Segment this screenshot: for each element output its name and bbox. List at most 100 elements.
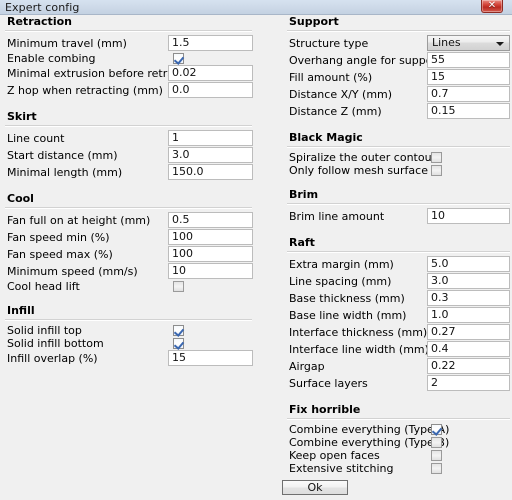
input-minimum-travel-mm[interactable]: 1.5	[168, 35, 253, 51]
input-fan-speed-min[interactable]: 100	[168, 229, 253, 245]
setting-label: Structure type	[289, 37, 369, 50]
setting-row-z-hop-when-retracting-mm: Z hop when retracting (mm) 0.0	[5, 82, 253, 99]
setting-row-extensive-stitching: Extensive stitching	[287, 462, 511, 475]
input-start-distance-mm[interactable]: 3.0	[168, 147, 253, 163]
section-title: Retraction	[7, 15, 72, 28]
setting-row-keep-open-faces: Keep open faces	[287, 449, 511, 462]
dialog-footer: Ok	[0, 478, 512, 500]
settings-column-left: Retraction Minimum travel (mm) 1.5 Enable c…	[5, 15, 253, 378]
setting-row-minimal-length-mm: Minimal length (mm) 150.0	[5, 164, 253, 181]
section-divider	[287, 203, 510, 205]
section-support: Support Structure type Lines Overhang angle…	[287, 15, 511, 131]
setting-row-interface-line-width-mm: Interface line width (mm) 0.4	[287, 341, 511, 358]
section-divider	[5, 319, 252, 321]
setting-row-distance-z-mm: Distance Z (mm) 0.15	[287, 103, 511, 120]
setting-row-minimum-speed-mm-s: Minimum speed (mm/s) 10	[5, 263, 253, 280]
input-fan-speed-max[interactable]: 100	[168, 246, 253, 262]
section-title: Infill	[7, 304, 35, 317]
chevron-down-icon	[496, 42, 504, 46]
setting-row-fan-full-on-at-height-mm: Fan full on at height (mm) 0.5	[5, 212, 253, 229]
input-base-line-width-mm[interactable]: 1.0	[427, 307, 510, 323]
input-interface-thickness-mm[interactable]: 0.27	[427, 324, 510, 340]
setting-label: Solid infill bottom	[7, 337, 104, 350]
section-infill: Infill Solid infill top Solid infill botto…	[5, 304, 253, 378]
input-surface-layers[interactable]: 2	[427, 375, 510, 391]
checkbox-solid-infill-top[interactable]	[173, 325, 184, 336]
section-divider	[287, 30, 510, 32]
section-divider	[287, 146, 510, 148]
input-line-spacing-mm[interactable]: 3.0	[427, 273, 510, 289]
ok-button[interactable]: Ok	[282, 480, 348, 495]
input-base-thickness-mm[interactable]: 0.3	[427, 290, 510, 306]
checkbox-solid-infill-bottom[interactable]	[173, 338, 184, 349]
input-fan-full-on-at-height-mm[interactable]: 0.5	[168, 212, 253, 228]
section-skirt: Skirt Line count 1 Start distance (mm) 3.0 Mi…	[5, 110, 253, 192]
close-icon[interactable]: ✕	[481, 0, 503, 13]
input-airgap[interactable]: 0.22	[427, 358, 510, 374]
setting-label: Fan full on at height (mm)	[7, 214, 151, 227]
checkbox-cool-head-lift[interactable]	[173, 281, 184, 292]
checkbox-extensive-stitching[interactable]	[431, 463, 442, 474]
input-brim-line-amount[interactable]: 10	[427, 208, 510, 224]
setting-label: Fill amount (%)	[289, 71, 373, 84]
input-overhang-angle-for-support-deg[interactable]: 55	[427, 52, 510, 68]
input-minimal-length-mm[interactable]: 150.0	[168, 164, 253, 180]
setting-label: Spiralize the outer contour	[289, 151, 437, 164]
checkbox-keep-open-faces[interactable]	[431, 450, 442, 461]
window-title: Expert config	[5, 1, 80, 14]
setting-label: Combine everything (Type-A)	[289, 423, 450, 436]
section-cool: Cool Fan full on at height (mm) 0.5 Fan spe…	[5, 192, 253, 304]
setting-label: Combine everything (Type-B)	[289, 436, 450, 449]
section-title: Brim	[289, 188, 319, 201]
setting-row-spiralize-the-outer-contour: Spiralize the outer contour	[287, 151, 511, 164]
window-titlebar[interactable]: Expert config ✕	[0, 0, 512, 15]
input-extra-margin-mm[interactable]: 5.0	[427, 256, 510, 272]
section-retraction: Retraction Minimum travel (mm) 1.5 Enable c…	[5, 15, 253, 110]
input-minimal-extrusion-before-retracting-mm[interactable]: 0.02	[168, 65, 253, 81]
dropdown-structure-type[interactable]: Lines	[427, 35, 510, 51]
section-title: Skirt	[7, 110, 37, 123]
setting-label: Surface layers	[289, 377, 368, 390]
checkbox-only-follow-mesh-surface[interactable]	[431, 165, 442, 176]
checkbox-combine-everything-type-a[interactable]	[431, 424, 442, 435]
setting-row-extra-margin-mm: Extra margin (mm) 5.0	[287, 256, 511, 273]
setting-row-line-count: Line count 1	[5, 130, 253, 147]
input-interface-line-width-mm[interactable]: 0.4	[427, 341, 510, 357]
section-title: Support	[289, 15, 339, 28]
setting-label: Minimum travel (mm)	[7, 37, 127, 50]
setting-row-only-follow-mesh-surface: Only follow mesh surface	[287, 164, 511, 177]
checkbox-combine-everything-type-b[interactable]	[431, 437, 442, 448]
section-title: Black Magic	[289, 131, 363, 144]
input-line-count[interactable]: 1	[168, 130, 253, 146]
section-raft: Raft Extra margin (mm) 5.0 Line spacing (mm…	[287, 236, 511, 403]
setting-label: Only follow mesh surface	[289, 164, 428, 177]
checkbox-enable-combing[interactable]	[173, 53, 184, 64]
checkbox-spiralize-the-outer-contour[interactable]	[431, 152, 442, 163]
section-fix-horrible: Fix horrible Combine everything (Type-A) C…	[287, 403, 511, 486]
setting-label: Minimum speed (mm/s)	[7, 265, 138, 278]
input-infill-overlap[interactable]: 15	[168, 350, 253, 366]
setting-label: Distance Z (mm)	[289, 105, 382, 118]
input-distance-x-y-mm[interactable]: 0.7	[427, 86, 510, 102]
close-icon-glyph: ✕	[487, 0, 497, 11]
input-distance-z-mm[interactable]: 0.15	[427, 103, 510, 119]
input-z-hop-when-retracting-mm[interactable]: 0.0	[168, 82, 253, 98]
section-title: Raft	[289, 236, 315, 249]
section-divider	[287, 251, 510, 253]
setting-row-cool-head-lift: Cool head lift	[5, 280, 253, 293]
dropdown-value: Lines	[432, 36, 461, 49]
setting-row-line-spacing-mm: Line spacing (mm) 3.0	[287, 273, 511, 290]
setting-label: Interface line width (mm)	[289, 343, 429, 356]
setting-row-solid-infill-top: Solid infill top	[5, 324, 253, 337]
input-minimum-speed-mm-s[interactable]: 10	[168, 263, 253, 279]
setting-row-structure-type: Structure type Lines	[287, 35, 511, 52]
input-fill-amount[interactable]: 15	[427, 69, 510, 85]
setting-label: Base line width (mm)	[289, 309, 407, 322]
section-divider	[5, 207, 252, 209]
setting-row-enable-combing: Enable combing	[5, 52, 253, 65]
